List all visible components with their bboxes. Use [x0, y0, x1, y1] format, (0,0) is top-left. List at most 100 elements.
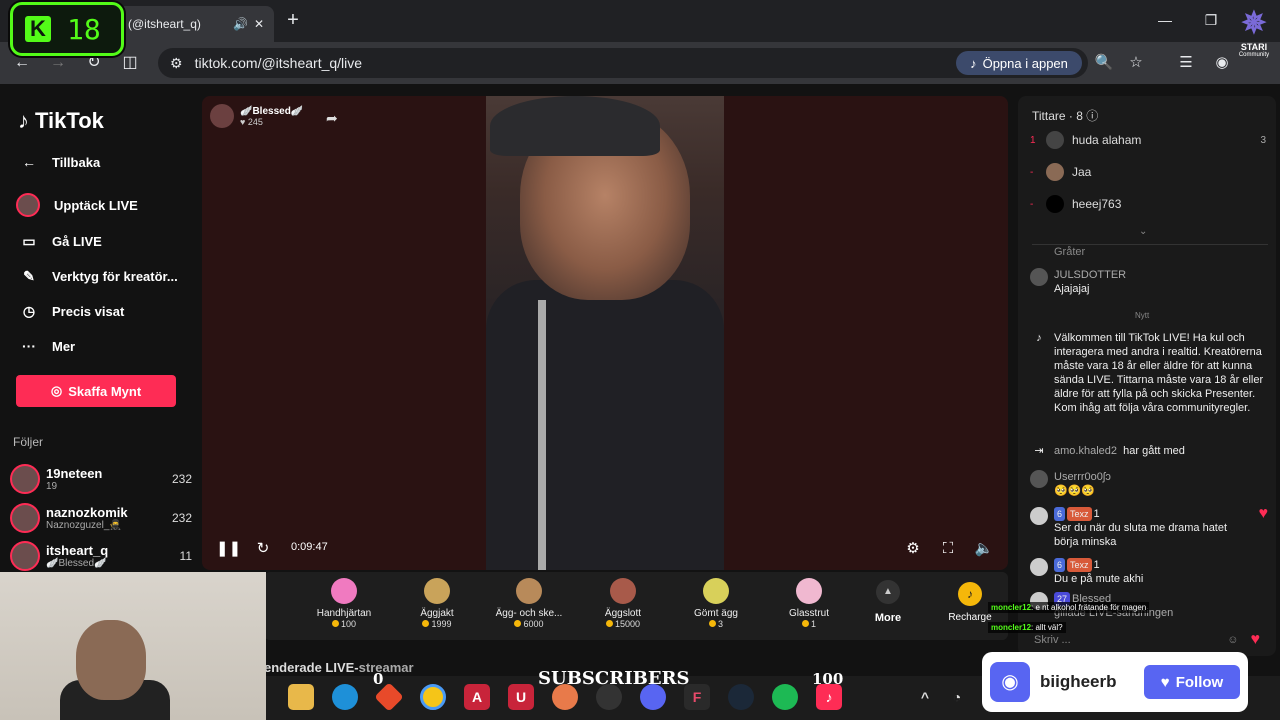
browser-tab[interactable]: (@itsheart_q) 🔊 ✕ [118, 6, 274, 42]
chevron-down-icon[interactable]: ⌄ [1139, 226, 1147, 237]
get-coins-label: Skaffa Mynt [68, 383, 142, 399]
nav-more[interactable]: ··· Mer [20, 333, 200, 359]
get-coins-button[interactable]: ◎ Skaffa Mynt [16, 375, 176, 407]
new-tab-button[interactable]: + [282, 8, 304, 32]
edge-icon[interactable] [332, 684, 358, 710]
heart-icon[interactable]: ♥ [1251, 631, 1261, 649]
chat-user[interactable]: amo.khaled2 [1054, 445, 1117, 457]
restore-button[interactable]: ❐ [1196, 8, 1226, 32]
viewer-row[interactable]: - Jaa [1030, 161, 1266, 183]
following-sub: 🪽Blessed🪽 [46, 558, 107, 569]
gift-item[interactable]: Handhjärtan 100 [304, 576, 384, 636]
tray-app-icon[interactable]: ◔ [944, 684, 970, 710]
more-gifts-button[interactable]: ▲ More [866, 578, 910, 634]
info-icon[interactable]: ⓘ [1086, 109, 1098, 123]
avatar [1046, 163, 1064, 181]
fan-badge[interactable]: Texz [1067, 558, 1092, 572]
chrome-icon[interactable] [420, 684, 446, 710]
chevron-up-icon[interactable]: ^ [912, 684, 938, 710]
minimize-button[interactable]: — [1150, 8, 1180, 32]
url-text: tiktok.com/@itsheart_q/live [194, 55, 363, 71]
gift-item[interactable]: Gömt ägg 3 [676, 576, 756, 636]
nav-creator-tools[interactable]: ✎ Verktyg för kreatör... [20, 263, 200, 289]
pause-button[interactable]: ❚❚ [216, 538, 241, 560]
coin-icon [605, 620, 613, 627]
refresh-stream-button[interactable]: ↻ [252, 538, 274, 560]
steam-icon[interactable] [728, 684, 754, 710]
kick-logo-icon: K [25, 16, 51, 42]
viewer-rank: 1 [1030, 134, 1036, 146]
nav-recently-viewed[interactable]: ◷ Precis visat [20, 298, 200, 324]
bookmark-star-icon[interactable]: ☆ [1125, 53, 1147, 73]
chat-text: Ser du när du sluta me drama hatet börja… [1054, 522, 1228, 548]
emoji-icon[interactable]: ☺ [1227, 634, 1238, 646]
chat-message: 6 Texz 1 Ser du när du sluta me drama hatet… [1030, 506, 1268, 549]
avatar [1030, 507, 1048, 525]
following-item[interactable]: 19neteen 19 232 [10, 462, 192, 496]
spotify-icon[interactable] [772, 684, 798, 710]
chat-user[interactable]: Userrr0o0ʃɔ [1054, 470, 1111, 484]
gift-ice-cream-icon [796, 578, 822, 604]
nav-label: Verktyg för kreatör... [52, 268, 178, 284]
coin-icon [801, 620, 809, 627]
badge-count: 1 [1093, 508, 1100, 520]
fan-badge[interactable]: Texz [1067, 507, 1092, 521]
gift-price: 6000 [523, 619, 544, 629]
nav-go-live[interactable]: ▭ Gå LIVE [20, 228, 200, 254]
volume-icon[interactable]: 🔈 [973, 538, 995, 560]
overlay-chat-user: moncler12 [991, 603, 1032, 612]
logo-text: TikTok [35, 108, 104, 133]
stream-time: 0:09:47 [291, 541, 328, 553]
fullscreen-icon[interactable]: ⛶ [937, 538, 959, 560]
gift-name: Ägg- och ske... [495, 608, 563, 619]
following-count: 11 [179, 549, 192, 563]
following-item[interactable]: itsheart_q 🪽Blessed🪽 11 [10, 539, 192, 573]
mcafee-icon[interactable]: U [508, 684, 534, 710]
site-info-icon[interactable]: ⚙ [170, 55, 183, 72]
viewer-name: Jaa [1072, 165, 1092, 179]
nav-back[interactable]: ← Tillbaka [20, 149, 200, 175]
close-tab-icon[interactable]: ✕ [254, 17, 264, 31]
gift-hand-heart-icon [331, 578, 357, 604]
live-avatar-icon [16, 193, 40, 217]
gift-egg-castle-icon [610, 578, 636, 604]
coin-icon [708, 620, 716, 627]
discord-follow-button[interactable]: ♥ Follow [1144, 665, 1240, 699]
join-icon: ⇥ [1034, 445, 1044, 457]
gift-item[interactable]: Äggslott 15000 [583, 576, 663, 636]
viewer-row[interactable]: 1 huda alaham 3 [1030, 129, 1266, 151]
share-icon[interactable]: ➦ [326, 110, 338, 127]
chat-text: Ajajajaj [1054, 283, 1090, 295]
chat-message: 6 Texz 1 Du e på mute akhi [1030, 558, 1268, 586]
file-explorer-icon[interactable] [288, 684, 314, 710]
gift-item[interactable]: Ägg- och ske... 6000 [489, 576, 569, 636]
chat-text: Välkommen till TikTok LIVE! Ha kul och i… [1054, 332, 1264, 414]
tiktok-logo[interactable]: ♪ TikTok [18, 108, 104, 134]
tab-title: (@itsheart_q) [128, 17, 201, 31]
viewer-name: huda alaham [1072, 133, 1142, 147]
split-view-icon[interactable]: ◫ [118, 52, 142, 74]
tools-icon: ✎ [23, 267, 35, 284]
streamer-info[interactable]: 🪽Blessed🪽 ♥ 245 [210, 104, 303, 128]
speaker-icon[interactable]: 🔊 [233, 17, 248, 31]
zoom-icon[interactable]: 🔍 [1093, 53, 1115, 73]
open-in-app-button[interactable]: ♪ Öppna i appen [956, 51, 1082, 75]
media-control-icon[interactable]: ☰ [1175, 53, 1197, 73]
settings-gear-icon[interactable]: ⚙ [902, 538, 924, 560]
following-item[interactable]: naznozkomik Naznozguzel_🥷 232 [10, 501, 192, 535]
gift-item[interactable]: Äggjakt 1999 [397, 576, 477, 636]
apex-icon[interactable]: A [464, 684, 490, 710]
recommended-suffix: streamar [358, 660, 414, 675]
gift-item[interactable]: Glasstrut 1 [769, 576, 849, 636]
following-sub: Naznozguzel_🥷 [46, 520, 122, 531]
stari-logo: ✵ STARI Community [1230, 6, 1278, 70]
nav-label: Gå LIVE [52, 233, 102, 249]
viewer-row[interactable]: - heeej763 [1030, 193, 1266, 215]
overlay-chat-text: allt väl? [1035, 623, 1063, 632]
recommended-prefix: enderade LIVE- [264, 660, 359, 675]
chat-user[interactable]: JULSDOTTER [1054, 268, 1126, 282]
url-field[interactable]: ⚙ tiktok.com/@itsheart_q/live [158, 48, 1088, 78]
more-label: More [874, 612, 902, 624]
coin-icon [331, 620, 339, 627]
nav-discover-live[interactable]: Upptäck LIVE [16, 192, 196, 218]
